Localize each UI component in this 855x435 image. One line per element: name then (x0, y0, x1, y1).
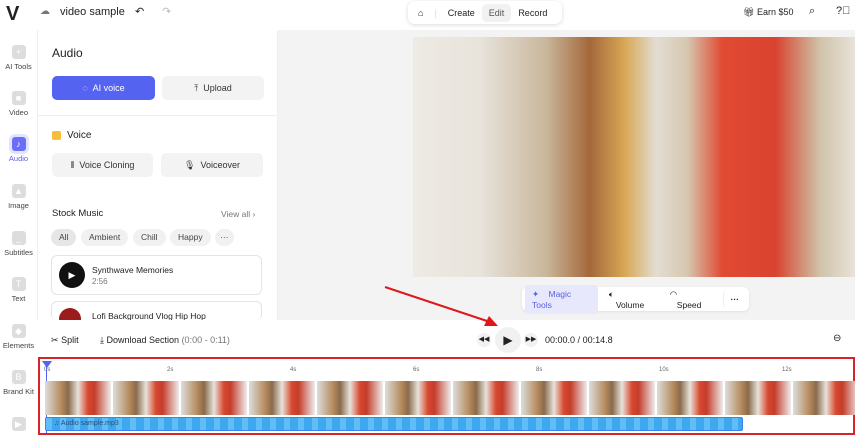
annotation-arrow (384, 286, 498, 326)
